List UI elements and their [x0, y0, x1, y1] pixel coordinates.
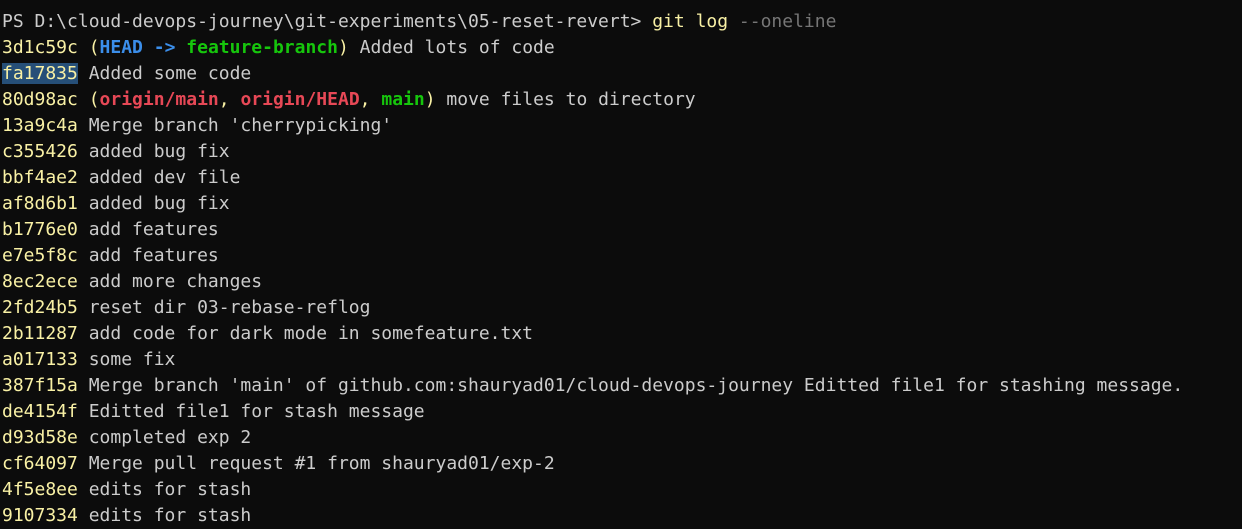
commit-line: 3d1c59c (HEAD -> feature-branch) Added l… — [2, 35, 1242, 61]
commit-message: Added some code — [77, 63, 252, 84]
commit-line: 2fd24b5 reset dir 03-rebase-reflog — [2, 295, 1242, 321]
commit-message: Merge branch 'main' of github.com:shaury… — [77, 375, 1184, 396]
commit-line: e7e5f8c add features — [2, 243, 1242, 269]
ref-separator: , — [218, 89, 241, 110]
commit-hash[interactable]: 2b11287 — [2, 323, 78, 344]
commit-hash[interactable]: a017133 — [2, 349, 78, 370]
prompt-command: git log — [652, 11, 729, 32]
commit-hash[interactable]: 3d1c59c — [2, 37, 78, 58]
commit-line: d93d58e completed exp 2 — [2, 425, 1242, 451]
prompt-line: PS D:\cloud-devops-journey\git-experimen… — [2, 9, 1242, 35]
commit-message: reset dir 03-rebase-reflog — [77, 297, 371, 318]
commit-message: Editted file1 for stash message — [77, 401, 425, 422]
ref-head: HEAD — [99, 37, 143, 58]
commit-message: completed exp 2 — [77, 427, 252, 448]
ref-paren-close: ) — [424, 89, 436, 110]
commit-line: af8d6b1 added bug fix — [2, 191, 1242, 217]
commit-line: 8ec2ece add more changes — [2, 269, 1242, 295]
terminal-window[interactable]: PS D:\cloud-devops-journey\git-experimen… — [0, 0, 1242, 528]
commit-line: a017133 some fix — [2, 347, 1242, 373]
ref-arrow: -> — [142, 37, 187, 58]
commit-message: added bug fix — [77, 141, 230, 162]
commit-line: fa17835 Added some code — [2, 61, 1242, 87]
ref-origin-main: origin/main — [99, 89, 219, 110]
commit-hash[interactable]: 8ec2ece — [2, 271, 78, 292]
commit-line: cf64097 Merge pull request #1 from shaur… — [2, 451, 1242, 477]
commit-message: edits for stash — [77, 505, 252, 526]
commit-message: move files to directory — [435, 89, 696, 110]
commit-line: 387f15a Merge branch 'main' of github.co… — [2, 373, 1242, 399]
commit-message: add features — [77, 219, 219, 240]
commit-line: 80d98ac (origin/main, origin/HEAD, main)… — [2, 87, 1242, 113]
ref-separator: , — [359, 89, 382, 110]
commit-hash[interactable]: 13a9c4a — [2, 115, 78, 136]
commit-hash[interactable]: 4f5e8ee — [2, 479, 78, 500]
ref-paren-open: ( — [77, 89, 100, 110]
commit-hash[interactable]: c355426 — [2, 141, 78, 162]
prompt-args: --oneline — [728, 11, 837, 32]
commit-hash[interactable]: af8d6b1 — [2, 193, 78, 214]
commit-message: some fix — [77, 349, 176, 370]
commit-hash[interactable]: cf64097 — [2, 453, 78, 474]
commit-hash[interactable]: 9107334 — [2, 505, 78, 526]
ref-paren-close: ) — [337, 37, 349, 58]
ref-main: main — [381, 89, 425, 110]
commit-message: added bug fix — [77, 193, 230, 214]
commit-hash[interactable]: d93d58e — [2, 427, 78, 448]
commit-line: de4154f Editted file1 for stash message — [2, 399, 1242, 425]
ref-paren-open: ( — [77, 37, 100, 58]
ref-feature-branch: feature-branch — [186, 37, 338, 58]
commit-line: b1776e0 add features — [2, 217, 1242, 243]
commit-hash[interactable]: bbf4ae2 — [2, 167, 78, 188]
commit-line: 9107334 edits for stash — [2, 503, 1242, 529]
commit-message: added dev file — [77, 167, 241, 188]
commit-message: add more changes — [77, 271, 263, 292]
commit-message: Merge pull request #1 from shauryad01/ex… — [77, 453, 555, 474]
commit-hash-selected[interactable]: fa17835 — [2, 63, 78, 84]
commit-line: 2b11287 add code for dark mode in somefe… — [2, 321, 1242, 347]
commit-hash[interactable]: 387f15a — [2, 375, 78, 396]
commit-message: add features — [77, 245, 219, 266]
commit-hash[interactable]: e7e5f8c — [2, 245, 78, 266]
commit-hash[interactable]: 80d98ac — [2, 89, 78, 110]
prompt-path: PS D:\cloud-devops-journey\git-experimen… — [2, 11, 653, 32]
commit-hash[interactable]: b1776e0 — [2, 219, 78, 240]
commit-message: Added lots of code — [348, 37, 555, 58]
commit-line: bbf4ae2 added dev file — [2, 165, 1242, 191]
commit-line: 13a9c4a Merge branch 'cherrypicking' — [2, 113, 1242, 139]
commit-message: Merge branch 'cherrypicking' — [77, 115, 393, 136]
commit-message: add code for dark mode in somefeature.tx… — [77, 323, 534, 344]
ref-origin-head: origin/HEAD — [240, 89, 360, 110]
commit-hash[interactable]: de4154f — [2, 401, 78, 422]
commit-line: 4f5e8ee edits for stash — [2, 477, 1242, 503]
commit-line: c355426 added bug fix — [2, 139, 1242, 165]
commit-message: edits for stash — [77, 479, 252, 500]
commit-hash[interactable]: 2fd24b5 — [2, 297, 78, 318]
